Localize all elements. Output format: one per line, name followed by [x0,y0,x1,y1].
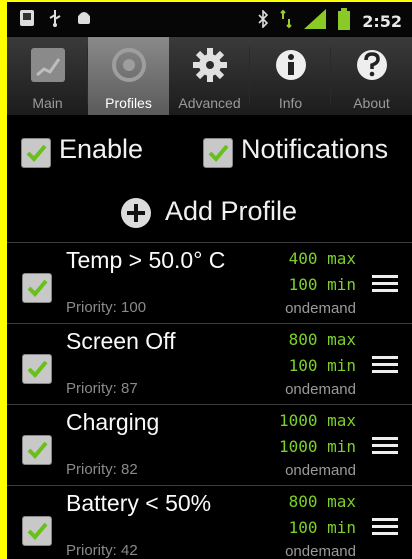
profile-name: Temp > 50.0° C [66,247,226,273]
profile-priority: Priority: 100 [66,299,147,316]
add-profile-button[interactable]: Add Profile [7,182,412,242]
profile-checkbox[interactable] [22,273,52,303]
profile-priority: Priority: 82 [66,461,138,478]
tab-info-label: Info [278,95,303,111]
drag-handle-icon[interactable] [372,437,398,459]
profile-checkbox[interactable] [22,516,52,546]
status-bar: 2:52 [7,2,412,36]
profile-min-freq: 100 min [288,356,356,375]
sim-card-icon [19,9,35,27]
profile-row[interactable]: Temp > 50.0° C Priority: 100 400 max 100… [7,243,412,323]
profile-checkbox[interactable] [22,435,52,465]
enable-checkbox[interactable] [21,138,51,168]
profile-max-freq: 800 max [288,330,356,349]
question-icon [352,45,392,85]
phone-screen: 2:52 Main Profiles Advanced Info About E… [7,2,412,559]
profiles-icon [109,45,149,85]
signal-arrows-icon [280,9,292,33]
tab-info[interactable]: Info [250,37,331,115]
notifications-checkbox[interactable] [203,138,233,168]
toggles-row: Enable Notifications [7,124,412,180]
plus-circle-icon [121,198,151,228]
gear-icon [190,45,230,85]
profile-priority: Priority: 87 [66,380,138,397]
profile-name: Battery < 50% [66,490,212,516]
main-icon [28,45,68,85]
profile-governor: ondemand [285,381,356,398]
android-icon [75,9,91,27]
tab-profiles[interactable]: Profiles [88,37,169,115]
tab-advanced-label: Advanced [178,95,241,111]
tab-advanced[interactable]: Advanced [169,37,250,115]
drag-handle-icon[interactable] [372,518,398,540]
profile-max-freq: 1000 max [278,411,356,430]
drag-handle-icon[interactable] [372,275,398,297]
drag-handle-icon[interactable] [372,356,398,378]
profile-name: Screen Off [66,328,176,354]
tab-about[interactable]: About [331,37,412,115]
profile-priority: Priority: 42 [66,542,138,559]
cell-signal-icon [304,9,327,33]
notifications-label: Notifications [241,134,389,164]
tab-main-label: Main [32,95,63,111]
profile-name: Charging [66,409,160,435]
profile-checkbox[interactable] [22,354,52,384]
profile-governor: ondemand [285,300,356,317]
profile-governor: ondemand [285,543,356,559]
profile-row[interactable]: Charging Priority: 82 1000 max 1000 min … [7,405,412,485]
profile-min-freq: 100 min [288,275,356,294]
profile-min-freq: 100 min [288,518,356,537]
profile-max-freq: 400 max [288,249,356,268]
tab-profiles-label: Profiles [105,95,152,111]
add-profile-label: Add Profile [165,196,298,226]
profile-max-freq: 800 max [288,492,356,511]
status-time: 2:52 [362,11,402,31]
profile-governor: ondemand [285,462,356,479]
bluetooth-icon [258,9,269,32]
profile-min-freq: 1000 min [278,437,356,456]
tab-main[interactable]: Main [7,37,88,115]
tab-bar: Main Profiles Advanced Info About [7,37,412,115]
usb-icon [47,9,63,27]
info-icon [271,45,311,85]
enable-label: Enable [59,134,144,164]
tab-about-label: About [353,95,390,111]
battery-icon [338,8,351,34]
profile-row[interactable]: Battery < 50% Priority: 42 800 max 100 m… [7,486,412,559]
profile-row[interactable]: Screen Off Priority: 87 800 max 100 min … [7,324,412,404]
